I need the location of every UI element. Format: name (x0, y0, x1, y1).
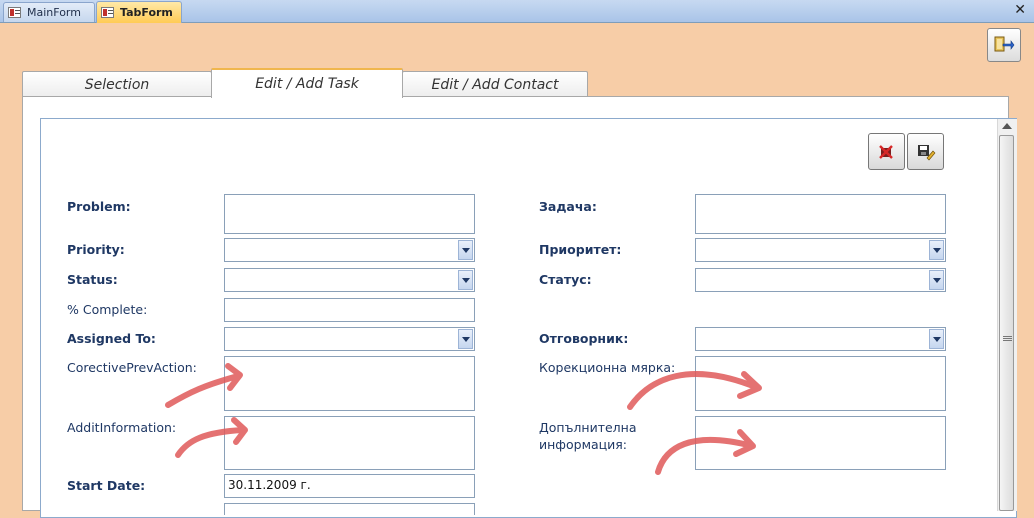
form-icon (101, 7, 114, 18)
doc-tab-mainform[interactable]: MainForm (3, 2, 95, 22)
status-bg-label: Статус: (539, 272, 592, 287)
complete-field[interactable] (224, 298, 475, 322)
doc-tab-tabform[interactable]: TabForm (96, 1, 182, 23)
undo-delete-icon (878, 144, 893, 159)
addit-information-field[interactable] (224, 416, 475, 470)
save-edit-button[interactable] (907, 133, 944, 170)
form-icon (8, 7, 21, 18)
priority-label: Priority: (67, 242, 125, 257)
dropdown-arrow-icon[interactable] (929, 329, 944, 349)
otgovornik-label: Отговорник: (539, 331, 629, 346)
otgovornik-combo[interactable] (695, 327, 946, 351)
vertical-scrollbar[interactable] (997, 119, 1017, 511)
addit-information-label: AdditInformation: (67, 420, 177, 435)
doc-tab-label: TabForm (120, 6, 173, 19)
dopulnitelna-line-2: информация: (539, 437, 628, 452)
problem-label: Problem: (67, 199, 131, 214)
assigned-to-label: Assigned To: (67, 331, 156, 346)
prioritet-combo[interactable] (695, 238, 946, 262)
corrective-action-field[interactable] (224, 356, 475, 411)
dropdown-arrow-icon[interactable] (929, 240, 944, 260)
start-date-label: Start Date: (67, 478, 146, 493)
grip-icon (1003, 336, 1012, 337)
korekcionna-field[interactable] (695, 356, 946, 411)
status-combo[interactable] (224, 268, 475, 292)
dropdown-arrow-icon[interactable] (458, 270, 473, 290)
start-date-field[interactable]: 30.11.2009 г. (224, 474, 475, 498)
tab-label: Edit / Add Task (255, 76, 359, 92)
exit-form-icon (994, 36, 1015, 52)
dopulnitelna-label: Допълнителна информация: (539, 419, 637, 453)
undo-delete-button[interactable] (868, 133, 905, 170)
scrollbar-thumb[interactable] (999, 135, 1014, 511)
korekcionna-label: Корекционна мярка: (539, 360, 676, 375)
complete-label: % Complete: (67, 302, 148, 317)
tab-label: Edit / Add Contact (431, 76, 559, 93)
dropdown-arrow-icon[interactable] (929, 270, 944, 290)
status-label: Status: (67, 272, 118, 287)
corrective-action-label: CorectivePrevAction: (67, 360, 197, 375)
tab-selection[interactable]: Selection (22, 71, 212, 97)
scroll-up-icon[interactable] (1002, 123, 1012, 129)
zadacha-field[interactable] (695, 194, 946, 234)
end-date-field[interactable] (224, 503, 475, 515)
dopulnitelna-field[interactable] (695, 416, 946, 470)
form-tab-strip: Selection Edit / Add Task Edit / Add Con… (22, 68, 1009, 98)
dopulnitelna-line-1: Допълнителна (539, 420, 637, 435)
priority-combo[interactable] (224, 238, 475, 262)
close-icon[interactable]: ✕ (1014, 2, 1026, 18)
prioritet-label: Приоритет: (539, 242, 622, 257)
assigned-to-combo[interactable] (224, 327, 475, 351)
problem-field[interactable] (224, 194, 475, 234)
doc-tab-label: MainForm (27, 6, 81, 19)
tab-edit-add-task[interactable]: Edit / Add Task (211, 68, 403, 98)
dropdown-arrow-icon[interactable] (458, 329, 473, 349)
exit-form-button[interactable] (987, 28, 1021, 62)
dropdown-arrow-icon[interactable] (458, 240, 473, 260)
tab-label: Selection (84, 76, 150, 93)
tab-edit-add-contact[interactable]: Edit / Add Contact (402, 71, 588, 97)
zadacha-label: Задача: (539, 199, 597, 214)
status-bg-combo[interactable] (695, 268, 946, 292)
save-edit-icon (917, 144, 935, 160)
document-tab-bar: MainForm TabForm ✕ (0, 0, 1034, 23)
